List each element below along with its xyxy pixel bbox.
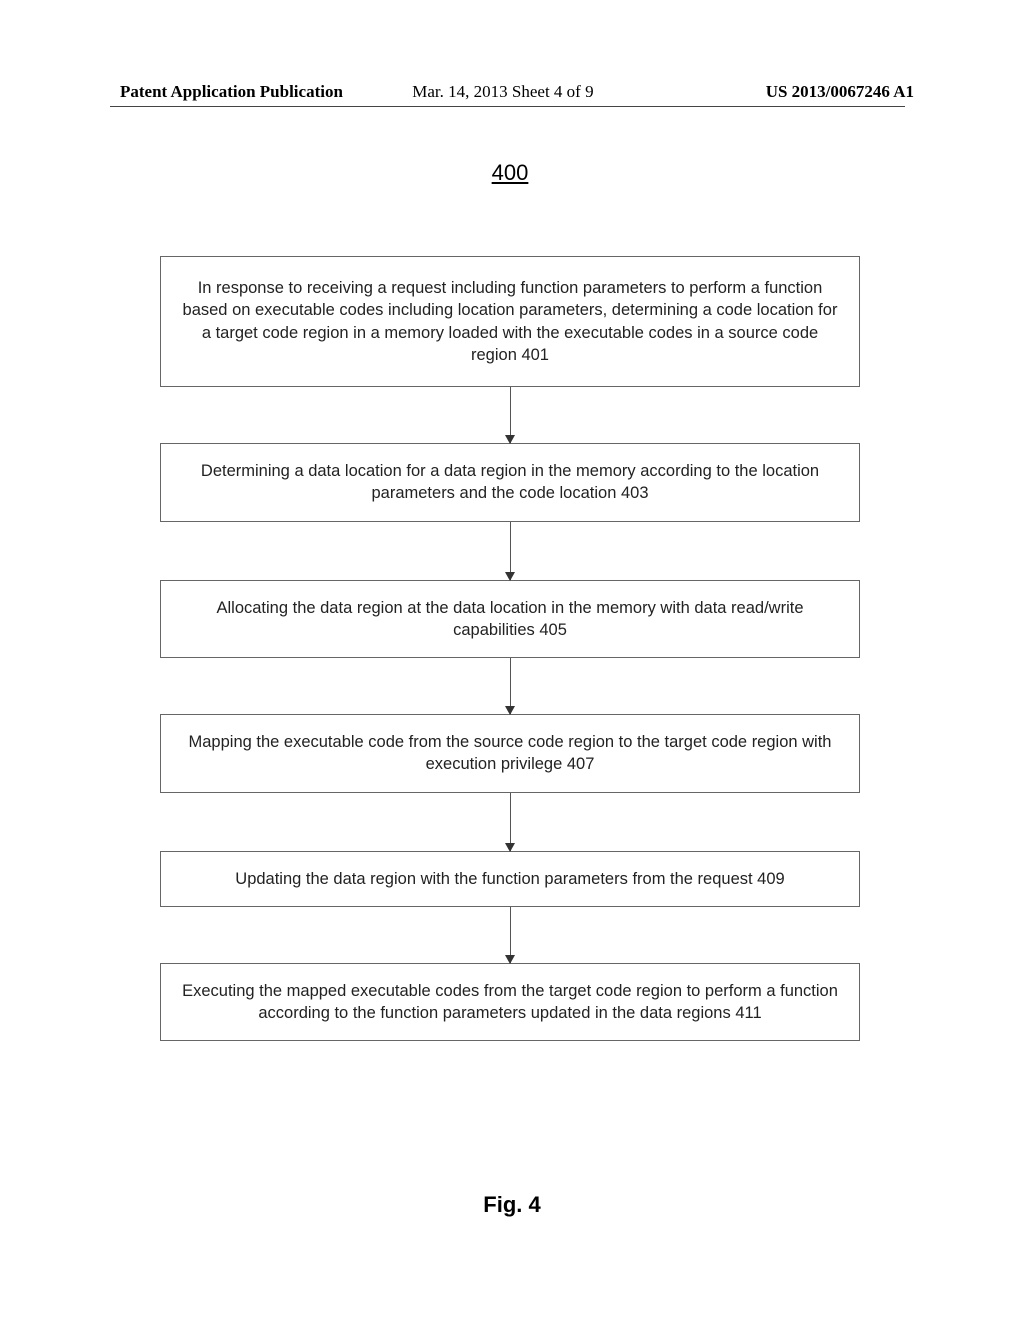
flowchart-step-401: In response to receiving a request inclu… — [160, 256, 860, 387]
figure-caption: Fig. 4 — [0, 1192, 1024, 1218]
header-left: Patent Application Publication — [120, 82, 343, 102]
arrow-icon — [510, 658, 511, 714]
arrow-icon — [510, 907, 511, 963]
flowchart-step-405: Allocating the data region at the data l… — [160, 580, 860, 659]
header-center: Mar. 14, 2013 Sheet 4 of 9 — [412, 82, 593, 102]
arrow-icon — [510, 522, 511, 580]
flowchart: In response to receiving a request inclu… — [150, 256, 870, 1041]
flowchart-diagram: 400 In response to receiving a request i… — [150, 160, 870, 1041]
header-rule — [110, 106, 905, 107]
flowchart-step-411: Executing the mapped executable codes fr… — [160, 963, 860, 1042]
flowchart-step-409: Updating the data region with the functi… — [160, 851, 860, 907]
page-header: Patent Application Publication Mar. 14, … — [0, 82, 1024, 102]
arrow-icon — [510, 793, 511, 851]
header-right: US 2013/0067246 A1 — [766, 82, 914, 102]
arrow-icon — [510, 387, 511, 443]
flowchart-step-407: Mapping the executable code from the sou… — [160, 714, 860, 793]
flowchart-step-403: Determining a data location for a data r… — [160, 443, 860, 522]
figure-number: 400 — [150, 160, 870, 186]
